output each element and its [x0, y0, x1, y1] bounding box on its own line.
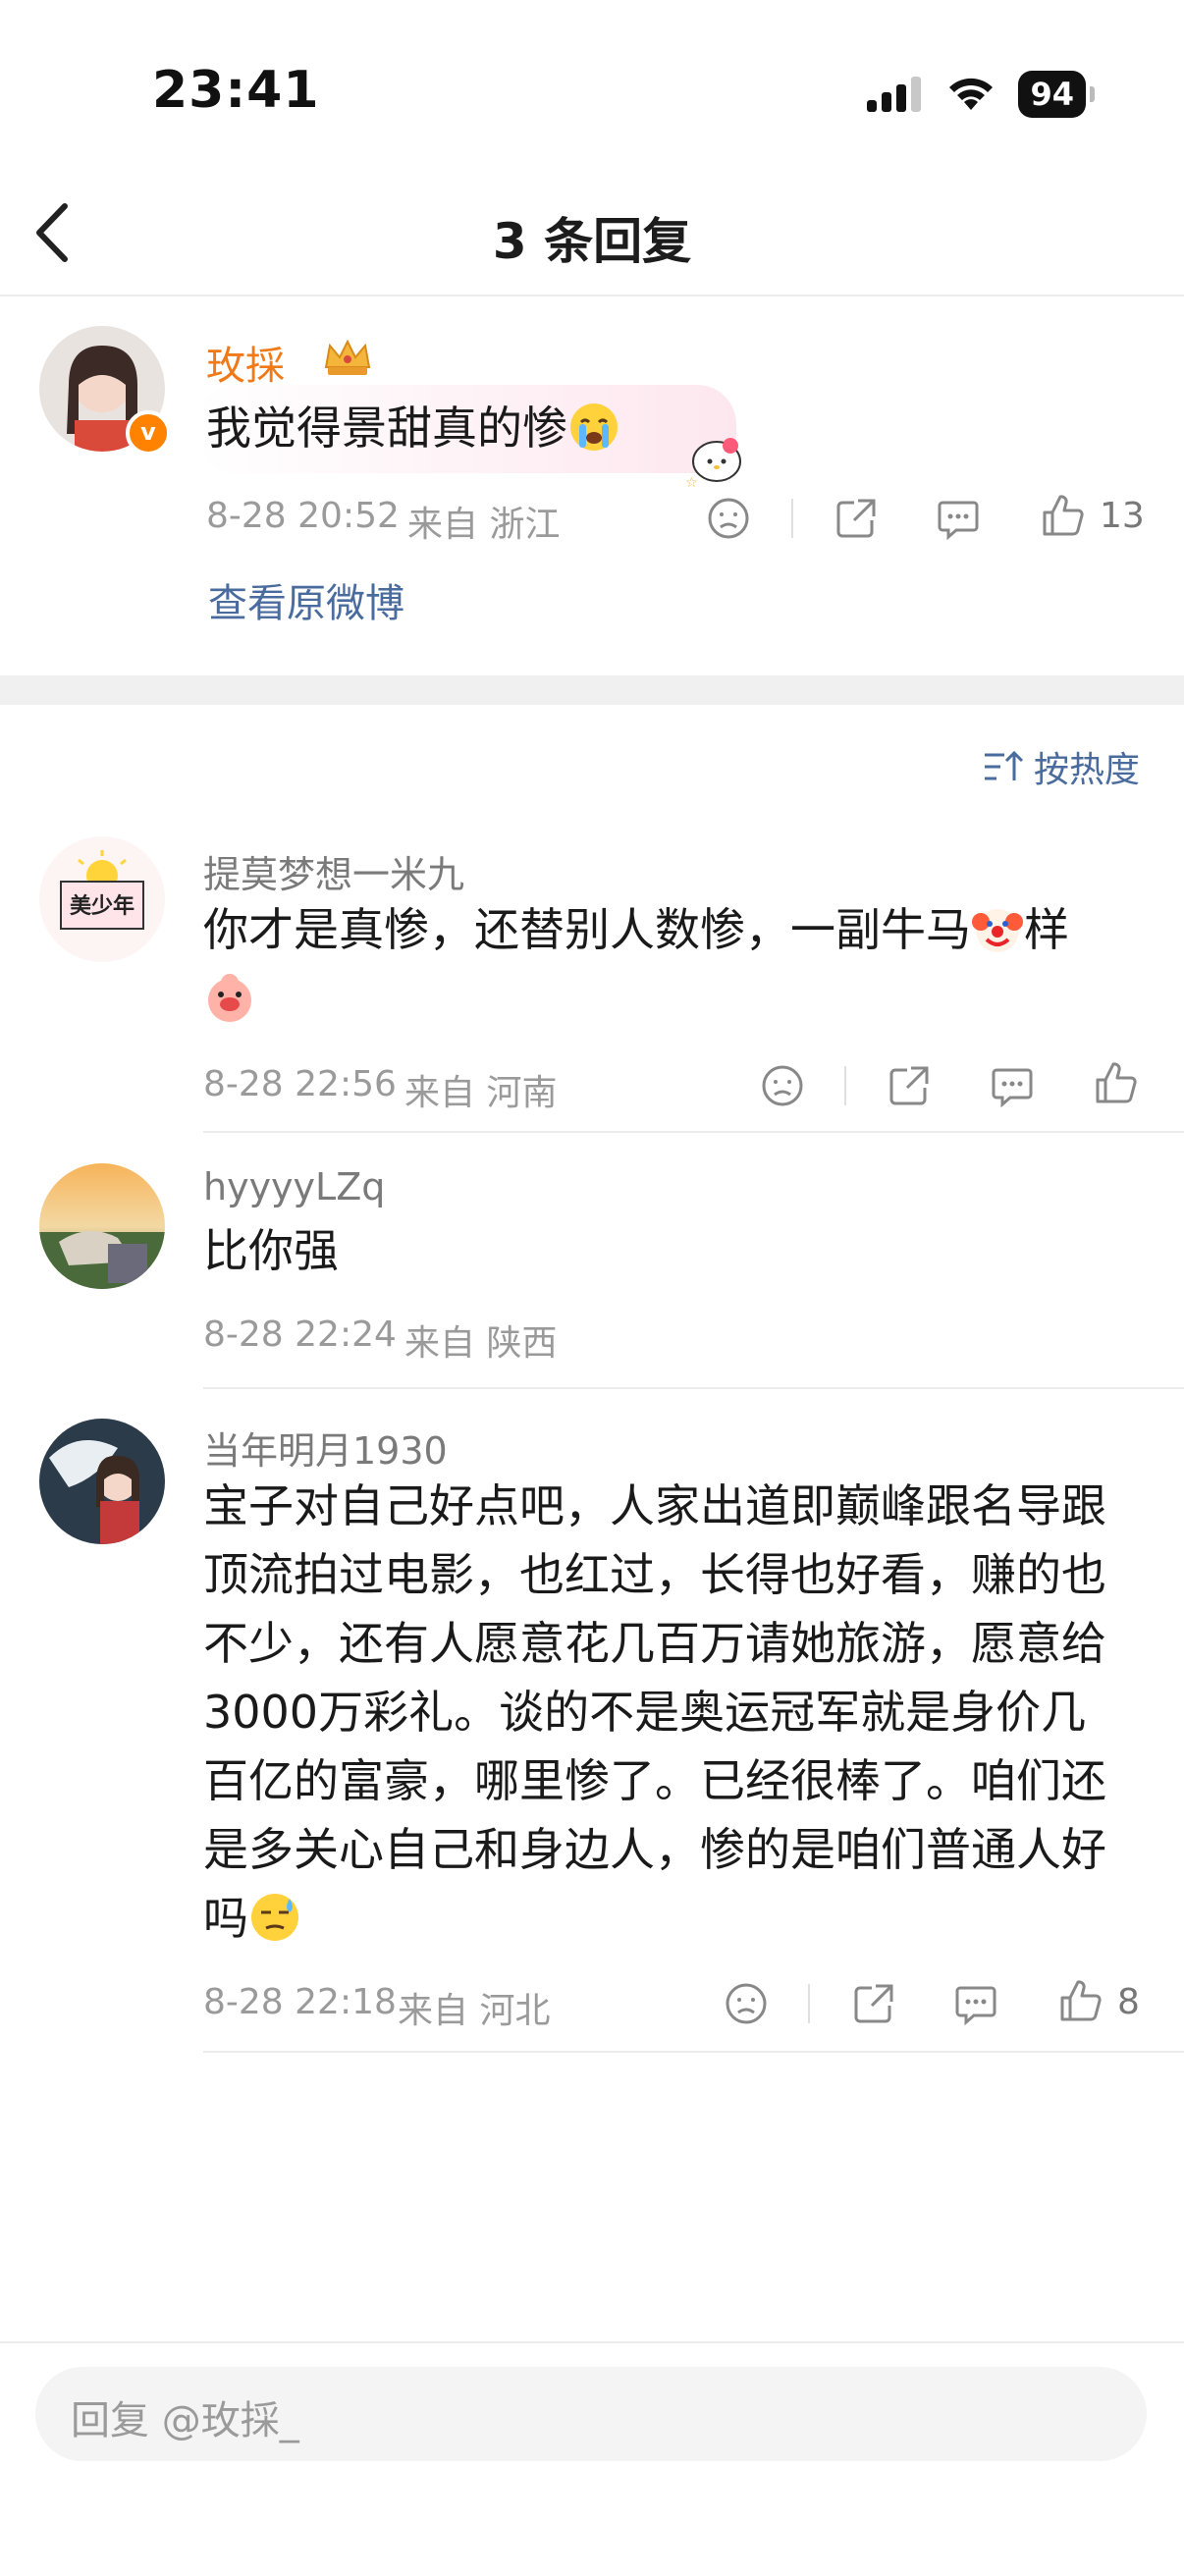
avatar-text: 美少年 [70, 893, 135, 919]
reply-text: 你才是真惨，还替别人数惨，一副牛马样 [203, 895, 1146, 1033]
reply-item: 当年明月1930 宝子对自己好点吧，人家出道即巅峰跟名导跟 顶流拍过电影，也红过… [0, 1389, 1184, 2057]
status-bar: 23:41 94 [0, 0, 1184, 147]
reply-date: 8-28 22:18 [203, 1982, 397, 2022]
battery-indicator: 94 [1018, 71, 1095, 118]
like-count: 8 [1117, 1982, 1140, 2022]
reply-bar: 回复 @玫採_ [0, 2341, 1184, 2576]
nav-bar: 3 条回复 [0, 167, 1184, 296]
share-icon[interactable] [833, 495, 880, 542]
like-icon[interactable] [1039, 493, 1086, 540]
like-icon[interactable] [1092, 1060, 1139, 1107]
reply-date: 8-28 22:24 [203, 1315, 397, 1355]
status-time: 23:41 [152, 61, 320, 120]
signal-icon [867, 77, 922, 112]
share-icon[interactable] [850, 1980, 897, 2027]
avatar[interactable] [39, 1163, 165, 1289]
author-name[interactable]: hyyyyLZq [203, 1165, 385, 1208]
sweat-emoji-icon [251, 1894, 298, 1941]
divider [808, 1984, 810, 2023]
reply-location: 来自 河北 [398, 1991, 551, 2031]
share-icon[interactable] [886, 1062, 933, 1109]
crown-badge-icon [324, 339, 371, 375]
like-icon[interactable] [1056, 1978, 1103, 2025]
comment-location: 来自 浙江 [407, 505, 561, 545]
dislike-icon[interactable] [723, 1980, 770, 2027]
reply-placeholder: 回复 @玫採_ [71, 2398, 299, 2443]
divider [844, 1066, 846, 1105]
divider [791, 499, 793, 538]
reply-location: 来自 河南 [404, 1073, 558, 1113]
row-divider [203, 1131, 1184, 1133]
row-divider [203, 2051, 1184, 2053]
svg-text:☆: ☆ [685, 475, 698, 491]
clown-emoji-icon [972, 909, 1023, 952]
reply-text: 比你强 [203, 1224, 339, 1277]
author-name[interactable]: 当年明月1930 [203, 1421, 448, 1475]
piggy-emoji-icon [208, 974, 251, 1022]
comment-icon[interactable] [989, 1062, 1036, 1109]
page-title: 3 条回复 [492, 213, 692, 270]
comment-date: 8-28 20:52 [206, 496, 400, 536]
reply-item: 美少年 提莫梦想一米九 你才是真惨，还替别人数惨，一副牛马样 8-28 22:5… [0, 825, 1184, 1134]
wifi-icon [949, 78, 994, 110]
author-name[interactable]: 玫採_ [206, 334, 304, 391]
comment-icon[interactable] [935, 495, 982, 542]
avatar[interactable] [39, 1419, 165, 1544]
verified-badge-icon: v [126, 410, 171, 456]
comment-text: 我觉得景甜真的惨 [206, 393, 620, 457]
sort-label: 按热度 [1033, 750, 1140, 790]
original-comment: v 玫採_ 我觉得景甜真的惨 ☆ 8-28 20:52 来自 浙江 13 查看原… [0, 295, 1184, 675]
view-original-link[interactable]: 查看原微博 [208, 571, 404, 628]
author-name[interactable]: 提莫梦想一米九 [203, 844, 464, 898]
dislike-icon[interactable] [705, 495, 752, 542]
reply-date: 8-28 22:56 [203, 1064, 397, 1104]
sort-icon [984, 750, 1024, 780]
section-separator [0, 675, 1184, 705]
crying-emoji-icon [570, 403, 618, 451]
dislike-icon[interactable] [759, 1062, 806, 1109]
sort-button[interactable]: 按热度 [983, 741, 1140, 792]
hello-kitty-sticker-icon: ☆ [685, 438, 741, 491]
reply-text: 宝子对自己好点吧，人家出道即巅峰跟名导跟 顶流拍过电影，也红过，长得也好看，赚的… [203, 1479, 1106, 1945]
reply-input[interactable]: 回复 @玫採_ [35, 2367, 1147, 2461]
like-count: 13 [1100, 496, 1145, 536]
reply-location: 来自 陕西 [404, 1323, 558, 1364]
reply-item: hyyyyLZq 比你强 8-28 22:24 来自 陕西 [0, 1134, 1184, 1389]
status-icons: 94 [865, 71, 1095, 118]
comment-icon[interactable] [952, 1980, 999, 2027]
avatar[interactable]: 美少年 [39, 836, 165, 962]
